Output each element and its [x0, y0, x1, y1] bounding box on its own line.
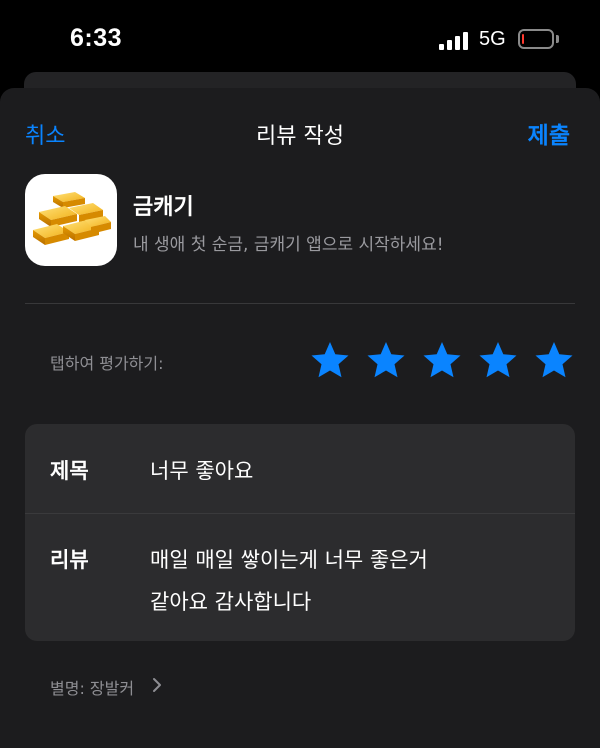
review-label: 리뷰: [50, 548, 89, 572]
app-subtitle: 내 생애 첫 순금, 금캐기 앱으로 시작하세요!: [133, 235, 444, 255]
gold-bars-icon: [25, 174, 117, 266]
cellular-signal-icon: [439, 30, 469, 50]
star-icon[interactable]: [534, 340, 574, 380]
battery-icon: [518, 29, 554, 49]
nickname-link[interactable]: 별명: 장발커: [50, 675, 134, 699]
cancel-button[interactable]: 취소: [25, 118, 65, 150]
divider: [25, 303, 575, 304]
app-name: 금캐기: [133, 195, 194, 220]
status-time: 6:33: [70, 24, 123, 52]
star-icon[interactable]: [422, 340, 462, 380]
status-bar: 6:33 5G: [0, 0, 600, 80]
battery-tip: [556, 35, 559, 43]
review-text-line[interactable]: 매일 매일 쌓이는게 너무 좋은거: [150, 544, 428, 574]
star-icon[interactable]: [478, 340, 518, 380]
star-icon[interactable]: [310, 340, 350, 380]
review-text-line[interactable]: 같아요 감사합니다: [150, 586, 311, 616]
card-divider: [25, 513, 575, 514]
chevron-right-icon: [153, 678, 161, 692]
network-type: 5G: [479, 28, 506, 50]
nav-title: 리뷰 작성: [256, 124, 344, 149]
star-icon[interactable]: [366, 340, 406, 380]
battery-level: [522, 34, 524, 44]
title-label: 제목: [50, 459, 89, 483]
star-rating[interactable]: [310, 340, 580, 380]
submit-button[interactable]: 제출: [528, 116, 570, 150]
rating-label: 탭하여 평가하기:: [50, 354, 164, 373]
title-input[interactable]: 너무 좋아요: [150, 455, 253, 485]
